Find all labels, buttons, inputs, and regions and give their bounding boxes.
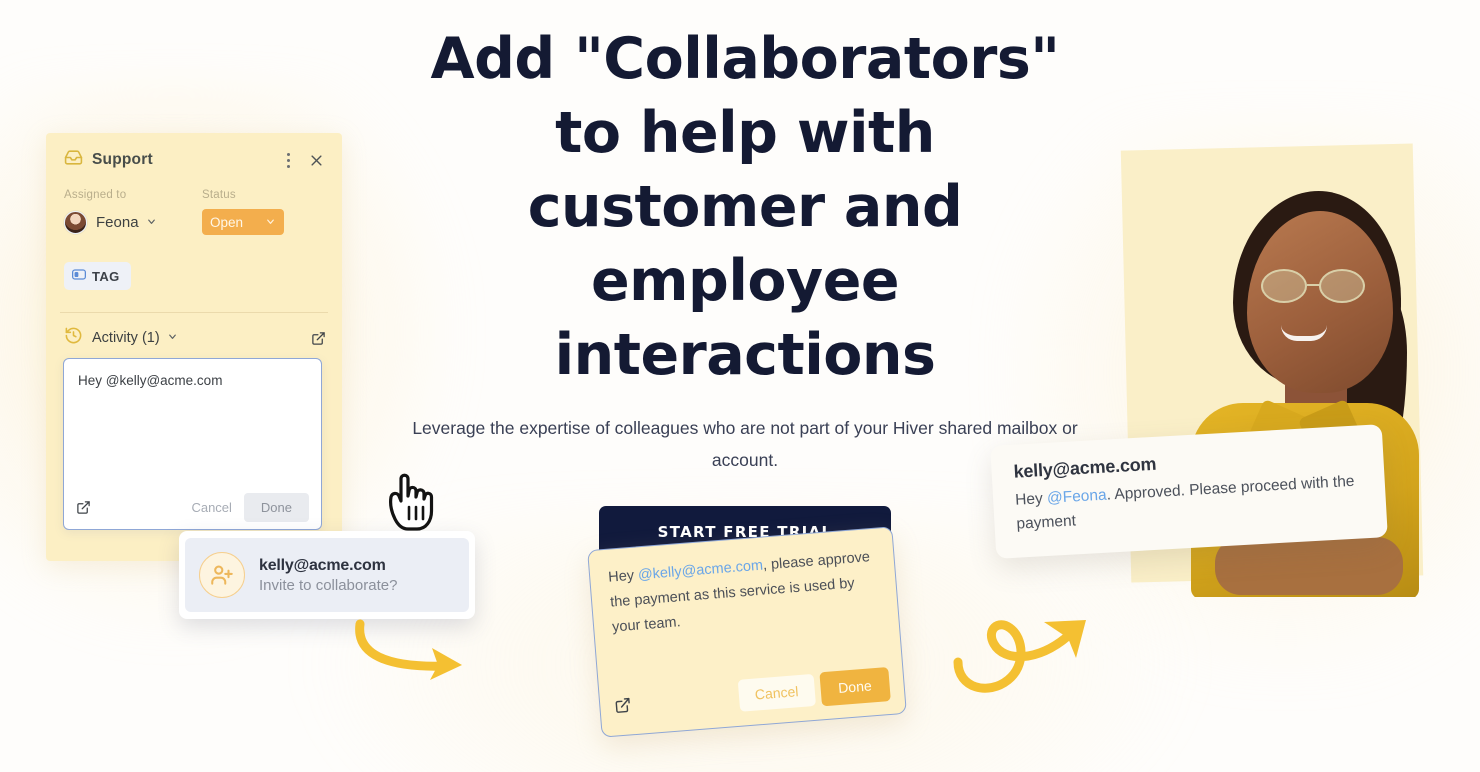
history-clock-icon	[64, 326, 83, 350]
panel-meta-row: Assigned to Feona Status Open	[46, 189, 342, 235]
assigned-to-label: Assigned to	[64, 189, 127, 201]
done-button[interactable]: Done	[243, 492, 309, 522]
status-label: Status	[202, 189, 236, 201]
note-prefix: Hey	[607, 567, 639, 586]
note-spacer	[631, 696, 739, 704]
chevron-down-icon	[265, 215, 276, 230]
message-mention: @Feona	[1046, 486, 1108, 507]
cancel-button[interactable]: Cancel	[737, 673, 816, 712]
invite-popup: kelly@acme.com Invite to collaborate?	[179, 531, 475, 619]
activity-label: Activity (1)	[92, 330, 160, 346]
tag-icon	[72, 267, 86, 285]
chevron-down-icon	[167, 329, 178, 347]
assignee-selector[interactable]: Feona	[64, 211, 202, 234]
status-group: Status Open	[202, 189, 324, 235]
note-footer: Cancel Done	[599, 663, 905, 727]
curved-arrow-right-icon	[350, 612, 500, 692]
sticky-note-card: Hey @kelly@acme.com, please approve the …	[587, 526, 907, 738]
message-prefix: Hey	[1014, 489, 1048, 509]
kebab-menu-icon[interactable]	[280, 150, 298, 170]
external-link-icon[interactable]	[614, 696, 632, 714]
note-composer[interactable]: Hey @kelly@acme.com Cancel Done	[63, 358, 322, 530]
close-icon[interactable]	[306, 150, 326, 170]
approval-message-card: kelly@acme.com Hey @Feona. Approved. Ple…	[990, 424, 1388, 559]
hero-section: Add "Collaborators" to help with custome…	[400, 22, 1090, 558]
page-title: Add "Collaborators" to help with custome…	[430, 26, 1060, 388]
invite-text-group: kelly@acme.com Invite to collaborate?	[259, 557, 397, 594]
status-value: Open	[210, 214, 244, 230]
chevron-down-icon	[146, 214, 157, 232]
add-person-icon	[199, 552, 245, 598]
panel-header: Support	[46, 133, 342, 187]
assigned-to-group: Assigned to Feona	[64, 189, 202, 235]
cancel-button[interactable]: Cancel	[179, 494, 243, 521]
status-dropdown[interactable]: Open	[202, 209, 284, 235]
avatar	[64, 211, 87, 234]
looped-arrow-up-right-icon	[952, 600, 1112, 710]
activity-section-toggle[interactable]: Activity (1)	[46, 317, 342, 359]
hero-subheading: Leverage the expertise of colleagues who…	[412, 418, 1078, 470]
external-link-icon[interactable]	[76, 500, 91, 515]
composer-text[interactable]: Hey @kelly@acme.com	[64, 359, 321, 388]
invite-email: kelly@acme.com	[259, 556, 386, 574]
invite-prompt: Invite to collaborate?	[259, 576, 398, 594]
panel-title: Support	[92, 151, 153, 168]
external-link-icon[interactable]	[311, 331, 326, 346]
support-panel: Support Assigned to Feona Status Open TA…	[46, 133, 475, 619]
done-button[interactable]: Done	[818, 667, 891, 707]
tag-chip[interactable]: TAG	[64, 262, 131, 290]
inbox-icon	[64, 148, 83, 172]
tag-label: TAG	[92, 268, 120, 284]
panel-divider	[60, 312, 328, 313]
assignee-name: Feona	[96, 214, 139, 231]
page-root: Add "Collaborators" to help with custome…	[0, 0, 1480, 772]
composer-footer: Cancel Done	[64, 485, 321, 529]
note-mention: @kelly@acme.com	[637, 557, 764, 584]
invite-suggestion-row[interactable]: kelly@acme.com Invite to collaborate?	[185, 538, 469, 612]
